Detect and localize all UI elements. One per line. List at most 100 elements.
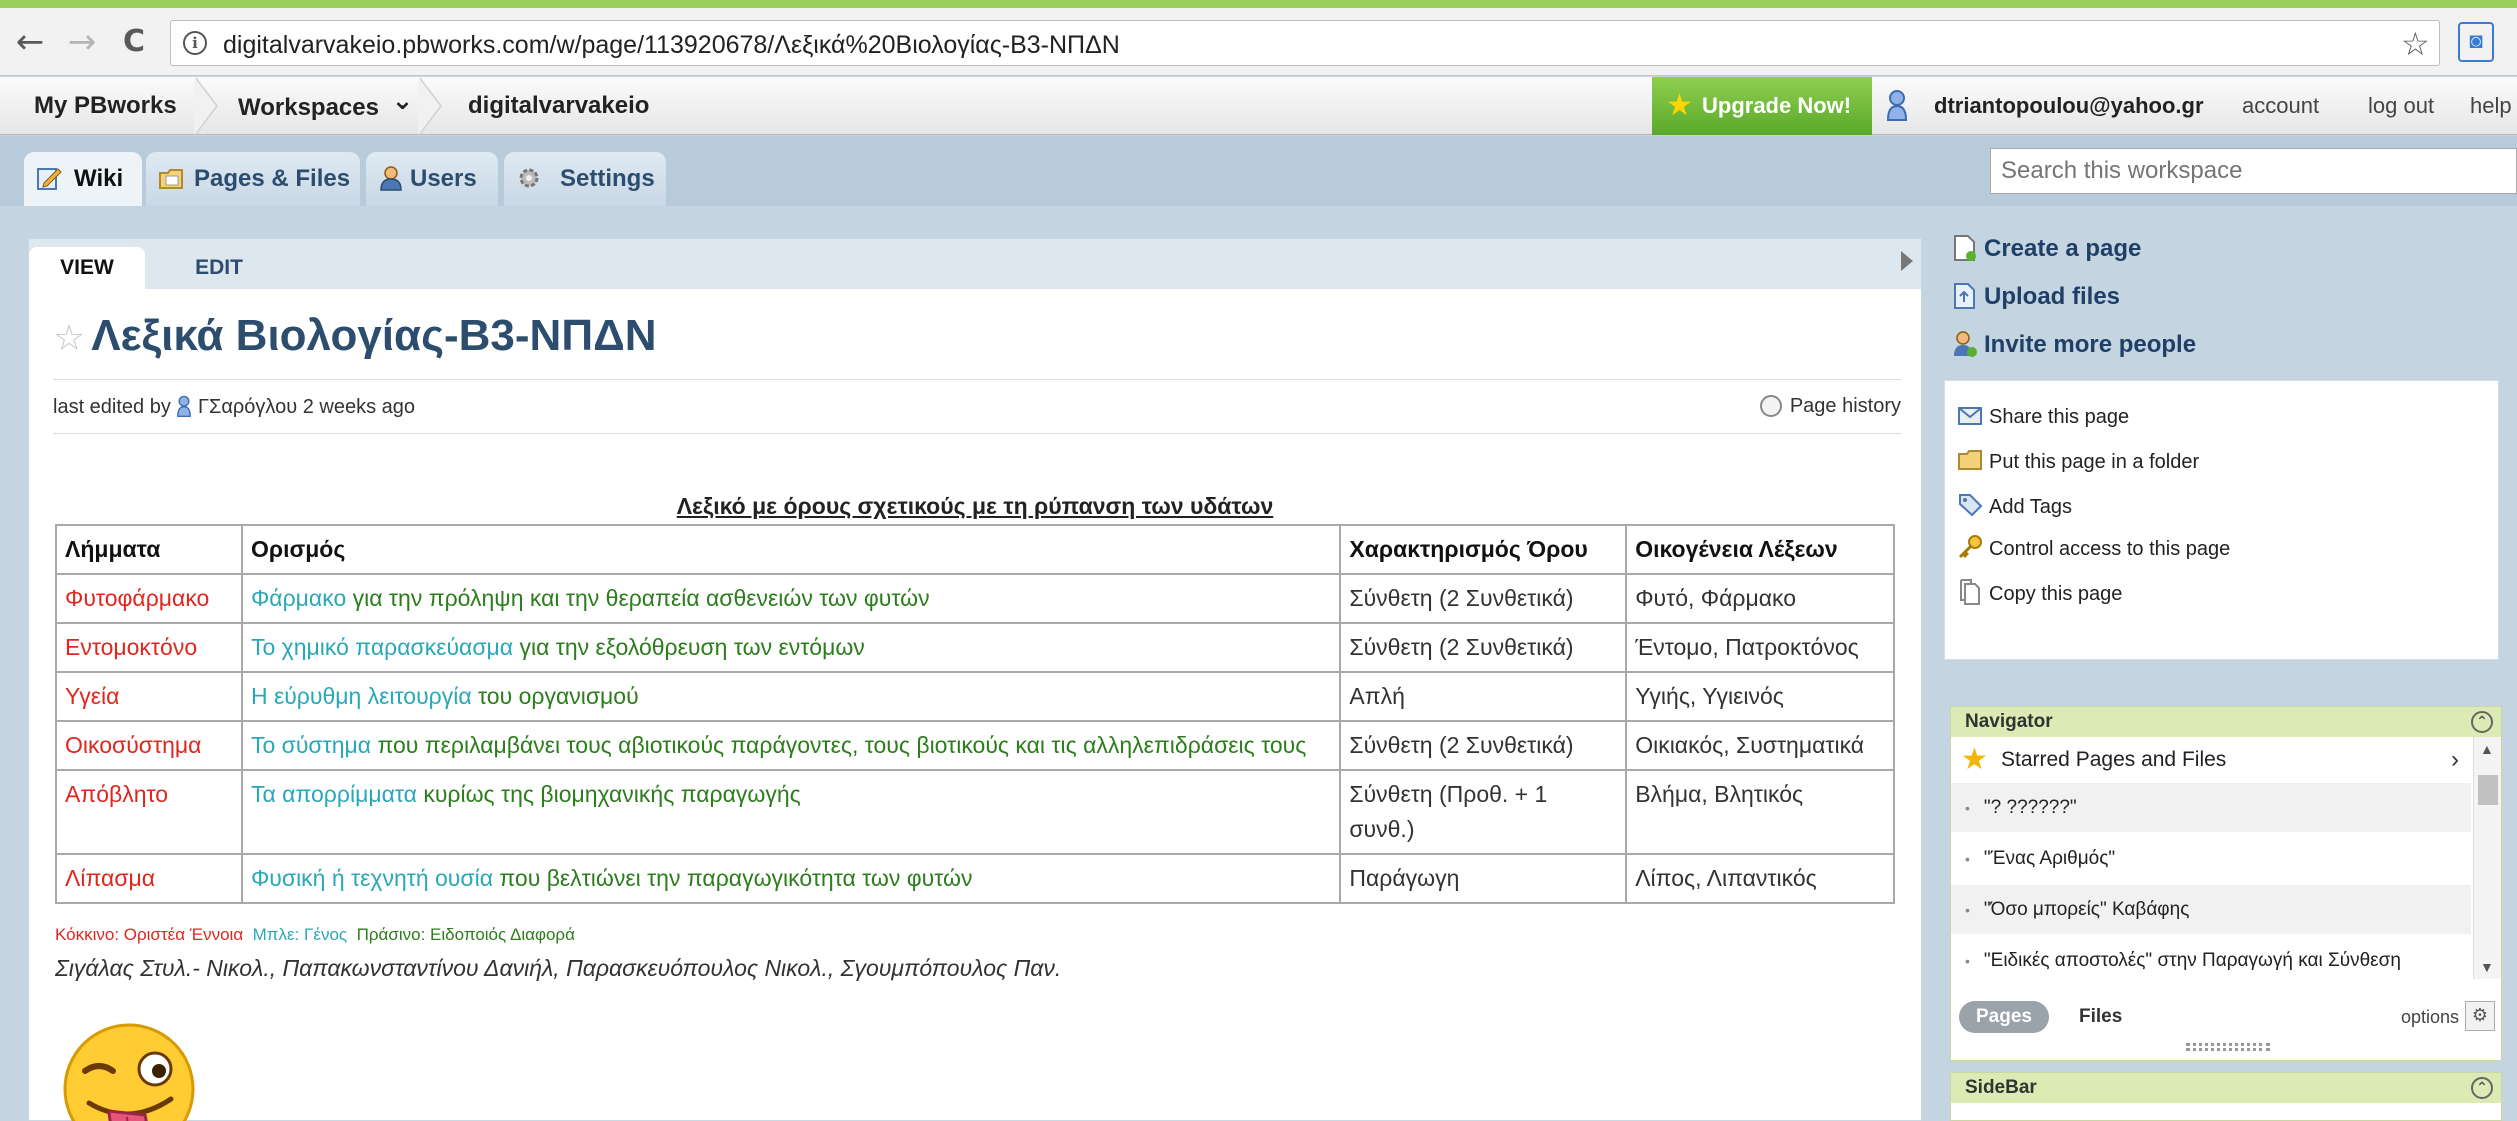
last-edited-line: last edited by ΓΣαρόγλου 2 weeks ago <box>53 395 415 419</box>
navigator-item-label: "Ειδικές αποστολές" στην Παραγωγή και Σύ… <box>1983 950 2401 971</box>
folder-icon <box>159 169 183 189</box>
upgrade-now-button[interactable]: ★ Upgrade Now! <box>1652 77 1872 135</box>
upload-files-link[interactable]: Upload files <box>1952 282 2120 311</box>
collapse-toggle-icon[interactable]: ⌃ <box>2471 1077 2493 1099</box>
url-text[interactable]: digitalvarvakeio.pbworks.com/w/page/1139… <box>223 31 1120 60</box>
new-page-icon <box>1954 235 1976 261</box>
my-pbworks-link[interactable]: My PBworks <box>34 77 177 135</box>
workspace-tabs: Wiki Pages & Files Users Settings <box>0 136 2517 206</box>
navigator-widget: Navigator ⌃ ★ Starred Pages and Files › … <box>1950 706 2502 1061</box>
logout-link[interactable]: log out <box>2368 77 2434 135</box>
navigator-list-item[interactable]: • "Ένας Αριθμός" <box>1951 834 2471 884</box>
share-page-link[interactable]: Share this page <box>1957 401 2129 429</box>
navigator-list-item[interactable]: • "? ??????" <box>1951 783 2471 833</box>
tab-settings[interactable]: Settings <box>504 152 666 206</box>
view-edit-bar: VIEW EDIT <box>29 239 1921 289</box>
word-family: Λίπος, Λιπαντικός <box>1635 865 1817 891</box>
bullet-icon: • <box>1965 851 1970 867</box>
tag-icon <box>1959 494 1983 517</box>
column-header: Οικογένεια Λέξεων <box>1625 524 1895 575</box>
term-type: Σύνθετη (Προθ. + 1 συνθ.) <box>1349 781 1548 842</box>
column-header: Χαρακτηρισμός Όρου <box>1339 524 1628 575</box>
definition-cell: Τα απορρίμματα κυρίως της βιομηχανικής π… <box>240 769 1342 855</box>
type-cell: Σύνθετη (2 Συνθετικά) <box>1339 720 1628 771</box>
page-history-link[interactable]: Page history <box>1759 395 1901 418</box>
tab-pages-files[interactable]: Pages & Files <box>146 152 360 206</box>
table-row: Εντομοκτόνο Το χημικό παρασκεύασμα για τη… <box>55 622 1895 673</box>
tab-view[interactable]: VIEW <box>29 247 145 289</box>
gear-icon[interactable]: ⚙ <box>2465 1001 2495 1031</box>
navigator-title: Navigator <box>1965 711 2053 732</box>
user-email[interactable]: dtriantopoulou@yahoo.gr <box>1934 77 2204 135</box>
options-link[interactable]: options <box>2401 1001 2459 1033</box>
term-cell: Οικοσύστημα <box>55 720 243 771</box>
word-family: Φυτό, Φάρμακο <box>1635 585 1797 611</box>
workspaces-menu[interactable]: Workspaces ⌄ <box>238 77 413 135</box>
starred-label: Starred Pages and Files <box>2001 748 2227 771</box>
address-bar[interactable]: i digitalvarvakeio.pbworks.com/w/page/11… <box>170 20 2440 66</box>
user-icon <box>1886 90 1908 121</box>
divider <box>53 433 1901 434</box>
account-link[interactable]: account <box>2242 77 2319 135</box>
upload-icon <box>1954 283 1975 309</box>
scroll-up-icon[interactable]: ▲ <box>2480 741 2494 757</box>
page-history-label: Page history <box>1789 395 1901 417</box>
breadcrumb-separator <box>194 77 218 135</box>
copy-page-link[interactable]: Copy this page <box>1957 578 2122 606</box>
family-cell: Λίπος, Λιπαντικός <box>1625 853 1895 904</box>
envelope-icon <box>1958 407 1982 425</box>
term-text: Φυτοφάρμακο <box>65 585 210 611</box>
definition-cell: Το σύστημα που περιλαμβάνει τους αβιοτικ… <box>240 720 1342 771</box>
add-tags-link[interactable]: Add Tags <box>1957 491 2072 519</box>
family-cell: Έντομο, Πατροκτόνος <box>1625 622 1895 673</box>
navigator-list-item[interactable]: • "Όσο μπορείς" Καβάφης <box>1951 885 2471 935</box>
control-access-link[interactable]: Control access to this page <box>1957 533 2230 561</box>
files-tab[interactable]: Files <box>2079 1001 2122 1033</box>
starred-pages-link[interactable]: ★ Starred Pages and Files › <box>1951 737 2471 783</box>
invite-people-link[interactable]: Invite more people <box>1952 330 2196 359</box>
navigator-list-item[interactable]: • "Ειδικές αποστολές" στην Παραγωγή και Σ… <box>1951 936 2471 986</box>
navigator-header: Navigator ⌃ <box>1951 707 2501 737</box>
star-icon: ★ <box>1961 743 1988 776</box>
type-cell: Σύνθετη (2 Συνθετικά) <box>1339 573 1628 624</box>
workspace-name-link[interactable]: digitalvarvakeio <box>468 77 649 135</box>
copy-icon <box>1960 579 1980 605</box>
editor-link[interactable]: ΓΣαρόγλου <box>198 396 297 418</box>
folder-label: Put this page in a folder <box>1989 451 2200 473</box>
folder-link[interactable]: Put this page in a folder <box>1957 446 2199 474</box>
resize-handle[interactable] <box>2186 1043 2270 1051</box>
scroll-thumb[interactable] <box>2478 775 2498 805</box>
term-cell: Λίπασμα <box>55 853 243 904</box>
forward-icon[interactable]: → <box>62 22 102 62</box>
term-type: Σύνθετη (2 Συνθετικά) <box>1349 634 1574 660</box>
help-link[interactable]: help <box>2470 77 2512 135</box>
definition-difference: κυρίως της βιομηχανικής παραγωγής <box>416 781 801 807</box>
bookmark-star-icon[interactable]: ☆ <box>2401 25 2430 63</box>
navigator-scrollbar[interactable]: ▲ ▼ <box>2473 737 2501 979</box>
tab-edit[interactable]: EDIT <box>169 247 269 289</box>
pages-tab[interactable]: Pages <box>1959 1001 2049 1033</box>
search-input[interactable] <box>1990 148 2517 194</box>
collapse-sidebar-icon[interactable] <box>1901 251 1913 271</box>
edited-ago: 2 weeks ago <box>302 396 416 418</box>
pbworks-top-nav: My PBworks Workspaces ⌄ digitalvarvakeio… <box>0 77 2517 135</box>
info-icon[interactable]: i <box>183 31 207 55</box>
page-content: VIEW EDIT ☆ Λεξικά Βιολογίας-Β3-ΝΠΔΝ last… <box>28 238 1922 1121</box>
clock-icon <box>1759 395 1782 417</box>
reload-icon[interactable]: C <box>114 22 154 62</box>
last-edited-prefix: last edited by <box>53 396 171 418</box>
term-text: Υγεία <box>65 683 120 709</box>
users-icon <box>380 166 402 191</box>
create-page-link[interactable]: Create a page <box>1952 234 2141 263</box>
tab-users[interactable]: Users <box>366 152 498 206</box>
extension-icon[interactable]: ◙ <box>2458 22 2494 62</box>
table-row: Οικοσύστημα Το σύστημα που περιλαμβάνει τ… <box>55 720 1895 771</box>
scroll-down-icon[interactable]: ▼ <box>2480 959 2494 975</box>
back-icon[interactable]: ← <box>10 22 50 62</box>
table-row: Φυτοφάρμακο Φάρμακο για την πρόληψη και τ… <box>55 573 1895 624</box>
collapse-toggle-icon[interactable]: ⌃ <box>2471 711 2493 733</box>
tab-wiki[interactable]: Wiki <box>24 152 142 206</box>
star-page-icon[interactable]: ☆ <box>53 317 85 358</box>
table-row: Λίπασμα Φυσική ή τεχνητή ουσία που βελτιώ… <box>55 853 1895 904</box>
access-label: Control access to this page <box>1989 538 2231 560</box>
